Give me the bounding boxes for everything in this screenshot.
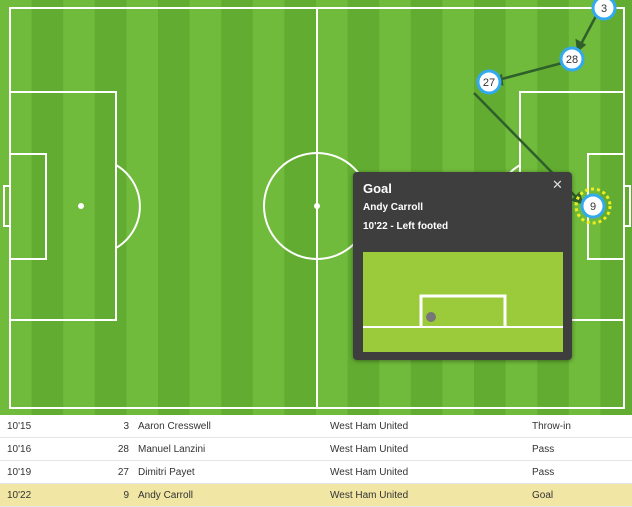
player-number: 3 xyxy=(97,415,129,438)
event-time: 10'22 xyxy=(0,483,97,507)
grass-stripe xyxy=(189,0,222,415)
player-marker-number: 9 xyxy=(590,201,596,213)
event-time: 10'15 xyxy=(0,415,97,438)
grass-stripe xyxy=(94,0,127,415)
event-type: Pass xyxy=(532,437,632,461)
player-marker[interactable]: 28 xyxy=(559,46,585,72)
grass-stripe xyxy=(284,0,317,415)
center-spot xyxy=(314,203,320,209)
player-marker-number: 3 xyxy=(601,3,607,15)
table-row[interactable]: 10'16 28 Manuel Lanzini West Ham United … xyxy=(0,437,632,461)
goal-mouth-diagram xyxy=(363,252,563,352)
player-marker[interactable]: 3 xyxy=(591,0,617,21)
events-table: 10'15 3 Aaron Cresswell West Ham United … xyxy=(0,415,632,507)
grass-stripe xyxy=(126,0,159,415)
ball-position xyxy=(426,312,436,322)
popup-detail: 10'22 - Left footed xyxy=(363,221,449,232)
player-number: 28 xyxy=(97,437,129,461)
event-type: Goal xyxy=(532,483,632,507)
team-name: West Ham United xyxy=(330,460,532,484)
goal-popup: Goal ✕ Andy Carroll 10'22 - Left footed xyxy=(353,172,572,360)
table-row[interactable]: 10'19 27 Dimitri Payet West Ham United P… xyxy=(0,460,632,484)
popup-title: Goal xyxy=(363,181,392,196)
grass-stripe xyxy=(252,0,285,415)
event-type: Throw-in xyxy=(532,415,632,438)
event-time: 10'19 xyxy=(0,460,97,484)
player-marker-number: 27 xyxy=(483,77,495,89)
team-name: West Ham United xyxy=(330,437,532,461)
grass-stripe xyxy=(31,0,64,415)
player-number: 9 xyxy=(97,483,129,507)
player-name: Aaron Cresswell xyxy=(129,415,330,438)
player-name: Dimitri Payet xyxy=(129,460,330,484)
goal-area-background xyxy=(363,252,563,352)
player-marker[interactable]: 27 xyxy=(476,69,502,95)
table-row[interactable]: 10'15 3 Aaron Cresswell West Ham United … xyxy=(0,415,632,438)
left-penalty-spot xyxy=(78,203,84,209)
popup-player[interactable]: Andy Carroll xyxy=(363,202,423,213)
player-name: Manuel Lanzini xyxy=(129,437,330,461)
grass-stripe xyxy=(316,0,349,415)
table-row-selected[interactable]: 10'22 9 Andy Carroll West Ham United Goa… xyxy=(0,483,632,507)
grass-stripe xyxy=(158,0,191,415)
player-number: 27 xyxy=(97,460,129,484)
close-icon[interactable]: ✕ xyxy=(552,177,563,193)
event-time: 10'16 xyxy=(0,437,97,461)
team-name: West Ham United xyxy=(330,483,532,507)
player-name: Andy Carroll xyxy=(129,483,330,507)
team-name: West Ham United xyxy=(330,415,532,438)
grass-stripe xyxy=(221,0,254,415)
player-marker-number: 28 xyxy=(566,54,578,66)
event-type: Pass xyxy=(532,460,632,484)
